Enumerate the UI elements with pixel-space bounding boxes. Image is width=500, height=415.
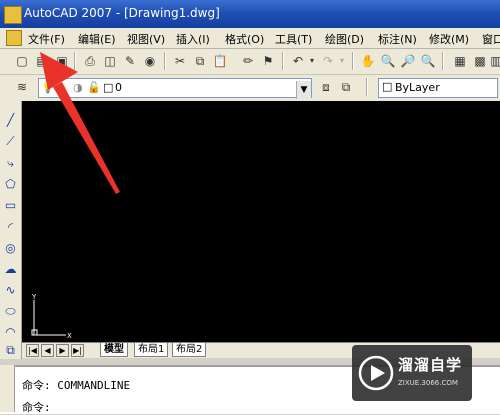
- toolbar-separator: [282, 52, 284, 70]
- tool-palettes-icon[interactable]: ▥: [488, 53, 500, 69]
- menu-format[interactable]: 格式(O): [225, 31, 264, 47]
- print-icon[interactable]: ⎙: [82, 53, 98, 69]
- previous-tab-icon[interactable]: ◀: [41, 344, 54, 357]
- menu-window[interactable]: 窗口: [482, 31, 500, 47]
- open-icon[interactable]: ▤: [34, 53, 50, 69]
- layer-thaw-sun-icon[interactable]: ☼: [57, 81, 67, 94]
- match-properties-icon[interactable]: ✏: [240, 53, 256, 69]
- watermark-name: 溜溜自学: [398, 356, 463, 374]
- ucs-x-label: X: [67, 332, 72, 340]
- copy-icon[interactable]: ⧉: [192, 53, 208, 69]
- ellipse-icon[interactable]: ⬭: [3, 304, 18, 319]
- command-history-text: COMMANDLINE: [57, 379, 131, 392]
- next-tab-icon[interactable]: ▶: [56, 344, 69, 357]
- toolbar-separator: [74, 52, 76, 70]
- layer-control-dropdown[interactable]: 💡 ☼ ◑ 🔓 □ 0 ▼: [38, 78, 312, 99]
- window-title: AutoCAD 2007 - [Drawing1.dwg]: [24, 6, 220, 20]
- zoom-previous-icon[interactable]: 🔍: [420, 53, 436, 69]
- play-logo-icon: [358, 355, 394, 391]
- toolbar-separator: [164, 52, 166, 70]
- zoom-window-icon[interactable]: 🔎: [400, 53, 416, 69]
- menu-modify[interactable]: 修改(M): [429, 31, 469, 47]
- line-icon[interactable]: ╱: [3, 113, 18, 128]
- layer-previous-icon[interactable]: ⧉: [338, 79, 354, 95]
- properties-icon[interactable]: ▦: [452, 53, 468, 69]
- design-center-icon[interactable]: ▩: [472, 53, 488, 69]
- toolbar-separator: [352, 52, 354, 70]
- layer-color-swatch-icon: □: [103, 81, 114, 94]
- arc-icon[interactable]: ◜: [3, 220, 18, 235]
- last-tab-icon[interactable]: ▶|: [71, 344, 84, 357]
- menu-tools[interactable]: 工具(T): [275, 31, 312, 47]
- layer-viewport-icon[interactable]: ◑: [73, 81, 83, 94]
- menu-view[interactable]: 视图(V): [127, 31, 165, 47]
- draw-toolbar: ╱ ⟋ ⤷ ⬠ ▭ ◜ ◎ ☁ ∿ ⬭ ◠ ⧉: [0, 101, 22, 359]
- menu-file[interactable]: 文件(F): [28, 31, 65, 47]
- ucs-icon: Y X: [31, 293, 72, 340]
- construction-line-icon[interactable]: ⟋: [3, 134, 18, 149]
- drawing-canvas[interactable]: Y X: [22, 101, 500, 342]
- watermark: 溜溜自学 ZIXUE.3066.COM: [352, 345, 472, 401]
- color-control-dropdown[interactable]: □ ByLayer: [378, 78, 498, 98]
- command-window-grip[interactable]: [0, 365, 15, 412]
- layer-lock-icon[interactable]: 🔓: [87, 81, 101, 94]
- print-preview-icon[interactable]: ◫: [102, 53, 118, 69]
- standard-toolbar: ▢ ▤ ▣ ⎙ ◫ ✎ ◉ ✂ ⧉ 📋 ✏ ⚑ ↶ ▾ ↷ ▾ ✋ 🔍 🔎 🔍 …: [0, 49, 500, 75]
- menu-edit[interactable]: 编辑(E): [78, 31, 116, 47]
- ellipse-arc-icon[interactable]: ◠: [3, 325, 18, 340]
- menu-draw[interactable]: 绘图(D): [325, 31, 364, 47]
- title-bar: AutoCAD 2007 - [Drawing1.dwg]: [0, 0, 500, 28]
- polygon-icon[interactable]: ⬠: [3, 177, 18, 192]
- layer-manager-icon[interactable]: ≋: [14, 79, 30, 95]
- autocad-app-icon[interactable]: [4, 6, 22, 24]
- command-input-prompt: 命令:: [22, 401, 51, 414]
- polyline-icon[interactable]: ⤷: [3, 156, 18, 171]
- plot-icon[interactable]: ◉: [142, 53, 158, 69]
- undo-dropdown-icon[interactable]: ▾: [304, 53, 320, 69]
- layer-on-bulb-icon[interactable]: 💡: [41, 81, 55, 94]
- tab-layout2[interactable]: 布局2: [172, 343, 207, 357]
- paste-icon[interactable]: 📋: [212, 53, 228, 69]
- make-object-layer-current-icon[interactable]: ⧈: [318, 79, 334, 95]
- command-history-line: 命令: COMMANDLINE: [22, 377, 130, 393]
- block-editor-icon[interactable]: ⚑: [260, 53, 276, 69]
- insert-block-icon[interactable]: ⧉: [3, 343, 18, 358]
- color-swatch-icon: □: [382, 80, 393, 93]
- layers-toolbar: ≋ 💡 ☼ ◑ 🔓 □ 0 ▼ ⧈ ⧉ □ ByLayer: [0, 75, 500, 102]
- cut-icon[interactable]: ✂: [172, 53, 188, 69]
- menu-dimension[interactable]: 标注(N): [378, 31, 417, 47]
- tab-model[interactable]: 模型: [100, 343, 128, 357]
- rectangle-icon[interactable]: ▭: [3, 198, 18, 213]
- revision-cloud-icon[interactable]: ☁: [3, 262, 18, 277]
- current-layer-name: 0: [115, 81, 122, 94]
- command-input-line[interactable]: 命令:: [22, 399, 51, 415]
- new-icon[interactable]: ▢: [14, 53, 30, 69]
- ucs-y-label: Y: [31, 293, 37, 301]
- publish-icon[interactable]: ✎: [122, 53, 138, 69]
- save-icon[interactable]: ▣: [54, 53, 70, 69]
- redo-dropdown-icon[interactable]: ▾: [334, 53, 350, 69]
- toolbar-separator: [366, 78, 368, 96]
- zoom-realtime-icon[interactable]: 🔍: [380, 53, 396, 69]
- spline-icon[interactable]: ∿: [3, 283, 18, 298]
- command-prompt-label: 命令:: [22, 379, 51, 392]
- watermark-url: ZIXUE.3066.COM: [398, 379, 458, 387]
- tab-layout1[interactable]: 布局1: [134, 343, 169, 357]
- first-tab-icon[interactable]: |◀: [26, 344, 39, 357]
- toolbar-separator: [442, 52, 444, 70]
- menu-bar: 文件(F) 编辑(E) 视图(V) 插入(I) 格式(O) 工具(T) 绘图(D…: [0, 28, 500, 49]
- chevron-down-icon[interactable]: ▼: [296, 81, 311, 99]
- document-icon[interactable]: [6, 30, 22, 46]
- menu-insert[interactable]: 插入(I): [176, 31, 210, 47]
- circle-icon[interactable]: ◎: [3, 241, 18, 256]
- pan-icon[interactable]: ✋: [360, 53, 376, 69]
- color-value: ByLayer: [395, 81, 440, 94]
